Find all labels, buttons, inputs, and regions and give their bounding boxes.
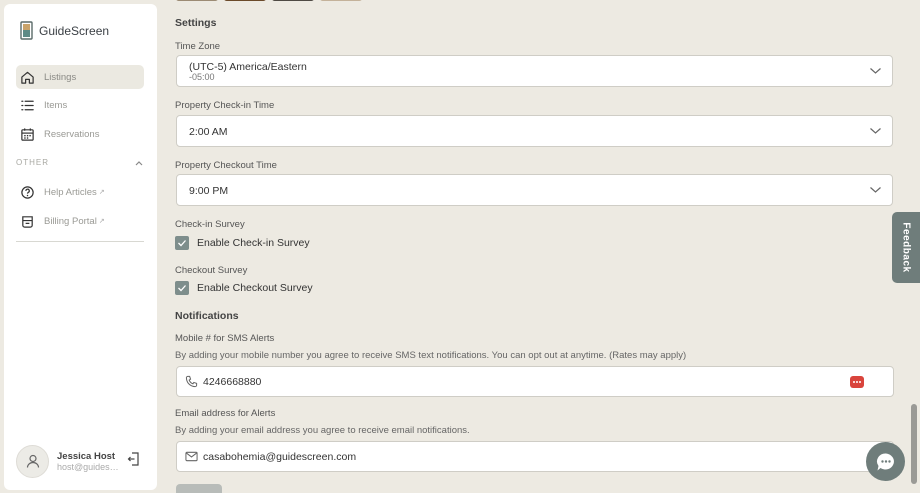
sidebar-item-listings[interactable]: Listings (16, 65, 144, 89)
checkbox-label: Enable Check-in Survey (197, 237, 310, 249)
sidebar-item-label: Billing Portal (44, 215, 97, 227)
logout-icon (127, 451, 139, 466)
checkbox-checked[interactable] (175, 236, 189, 250)
chevron-up-icon (135, 160, 143, 165)
email-input[interactable]: casabohemia@guidescreen.com (176, 441, 894, 472)
user-profile: Jessica Host host@guidescreen.com (16, 444, 146, 478)
checkmark-icon (178, 285, 186, 292)
home-icon (21, 71, 34, 84)
save-button[interactable] (176, 484, 222, 493)
other-section-toggle[interactable]: OTHER (16, 158, 144, 167)
checkin-time-select[interactable]: 2:00 AM (176, 115, 893, 147)
checkin-time-value: 2:00 AM (189, 126, 228, 138)
sms-help-text: By adding your mobile number you agree t… (175, 350, 687, 361)
notifications-heading: Notifications (175, 310, 239, 322)
scrollbar-thumb[interactable] (911, 404, 917, 484)
user-email: host@guidescreen.com (57, 461, 119, 472)
time-zone-select[interactable]: (UTC-5) America/Eastern -05:00 (176, 55, 893, 87)
listing-photo[interactable] (176, 0, 218, 1)
checkout-time-select[interactable]: 9:00 PM (176, 174, 893, 206)
chat-bubble-icon (876, 452, 894, 470)
email-help-text: By adding your email address you agree t… (175, 425, 470, 436)
listing-photo[interactable] (272, 0, 314, 1)
phone-icon (185, 375, 198, 388)
email-label: Email address for Alerts (175, 408, 276, 419)
checkout-survey-checkbox[interactable]: Enable Checkout Survey (175, 281, 313, 295)
external-link-icon: ↗ (98, 189, 105, 196)
sidebar-item-label: Reservations (44, 128, 100, 140)
brand-name: GuideScreen (39, 24, 110, 38)
external-link-icon: ↗ (98, 218, 105, 225)
checkin-survey-label: Check-in Survey (175, 219, 245, 230)
sidebar-item-billing-portal[interactable]: Billing Portal ↗ (16, 209, 144, 233)
user-name: Jessica Host (57, 450, 116, 462)
sidebar-divider (16, 241, 144, 242)
sidebar-item-help-articles[interactable]: Help Articles ↗ (16, 180, 144, 204)
checkbox-checked[interactable] (175, 281, 189, 295)
logout-button[interactable] (127, 451, 140, 471)
password-manager-icon[interactable] (850, 376, 864, 388)
email-value: casabohemia@guidescreen.com (203, 450, 357, 463)
checkin-time-label: Property Check-in Time (175, 100, 275, 111)
chat-widget-button[interactable] (866, 442, 905, 481)
sms-phone-input[interactable]: 4246668880 (176, 366, 894, 397)
billing-icon (22, 215, 33, 228)
sidebar-item-label: Listings (44, 71, 77, 83)
sidebar-item-label: Items (44, 99, 68, 111)
brand-logo[interactable]: GuideScreen (20, 21, 109, 41)
dots-icon (853, 381, 861, 383)
chevron-down-icon (870, 128, 881, 134)
checkin-survey-checkbox[interactable]: Enable Check-in Survey (175, 236, 310, 250)
listing-photos-strip (176, 0, 362, 1)
sms-phone-value: 4246668880 (203, 375, 262, 388)
sidebar-item-items[interactable]: Items (16, 93, 144, 117)
sidebar-item-reservations[interactable]: Reservations (16, 122, 144, 146)
guidescreen-logo-icon (20, 21, 34, 41)
listing-photo[interactable] (320, 0, 362, 1)
checkbox-label: Enable Checkout Survey (197, 282, 313, 294)
checkmark-icon (178, 240, 186, 247)
chevron-down-icon (870, 187, 881, 193)
settings-heading: Settings (175, 17, 217, 29)
help-circle-icon (21, 185, 34, 199)
sidebar-item-label: Help Articles (44, 186, 97, 198)
sms-label: Mobile # for SMS Alerts (175, 333, 275, 344)
time-zone-label: Time Zone (175, 41, 221, 52)
listing-photo[interactable] (224, 0, 266, 1)
avatar[interactable] (16, 444, 49, 478)
section-label: OTHER (16, 158, 49, 167)
checkout-time-label: Property Checkout Time (175, 160, 277, 171)
time-zone-offset: -05:00 (189, 72, 215, 82)
checkout-survey-label: Checkout Survey (175, 265, 248, 276)
calendar-icon (21, 127, 34, 141)
user-icon (26, 454, 39, 468)
checkout-time-value: 9:00 PM (189, 185, 229, 197)
mail-icon (185, 451, 198, 462)
sidebar: GuideScreen Listings Items Reservations … (4, 4, 157, 490)
list-icon (21, 100, 34, 110)
chevron-down-icon (870, 68, 881, 74)
